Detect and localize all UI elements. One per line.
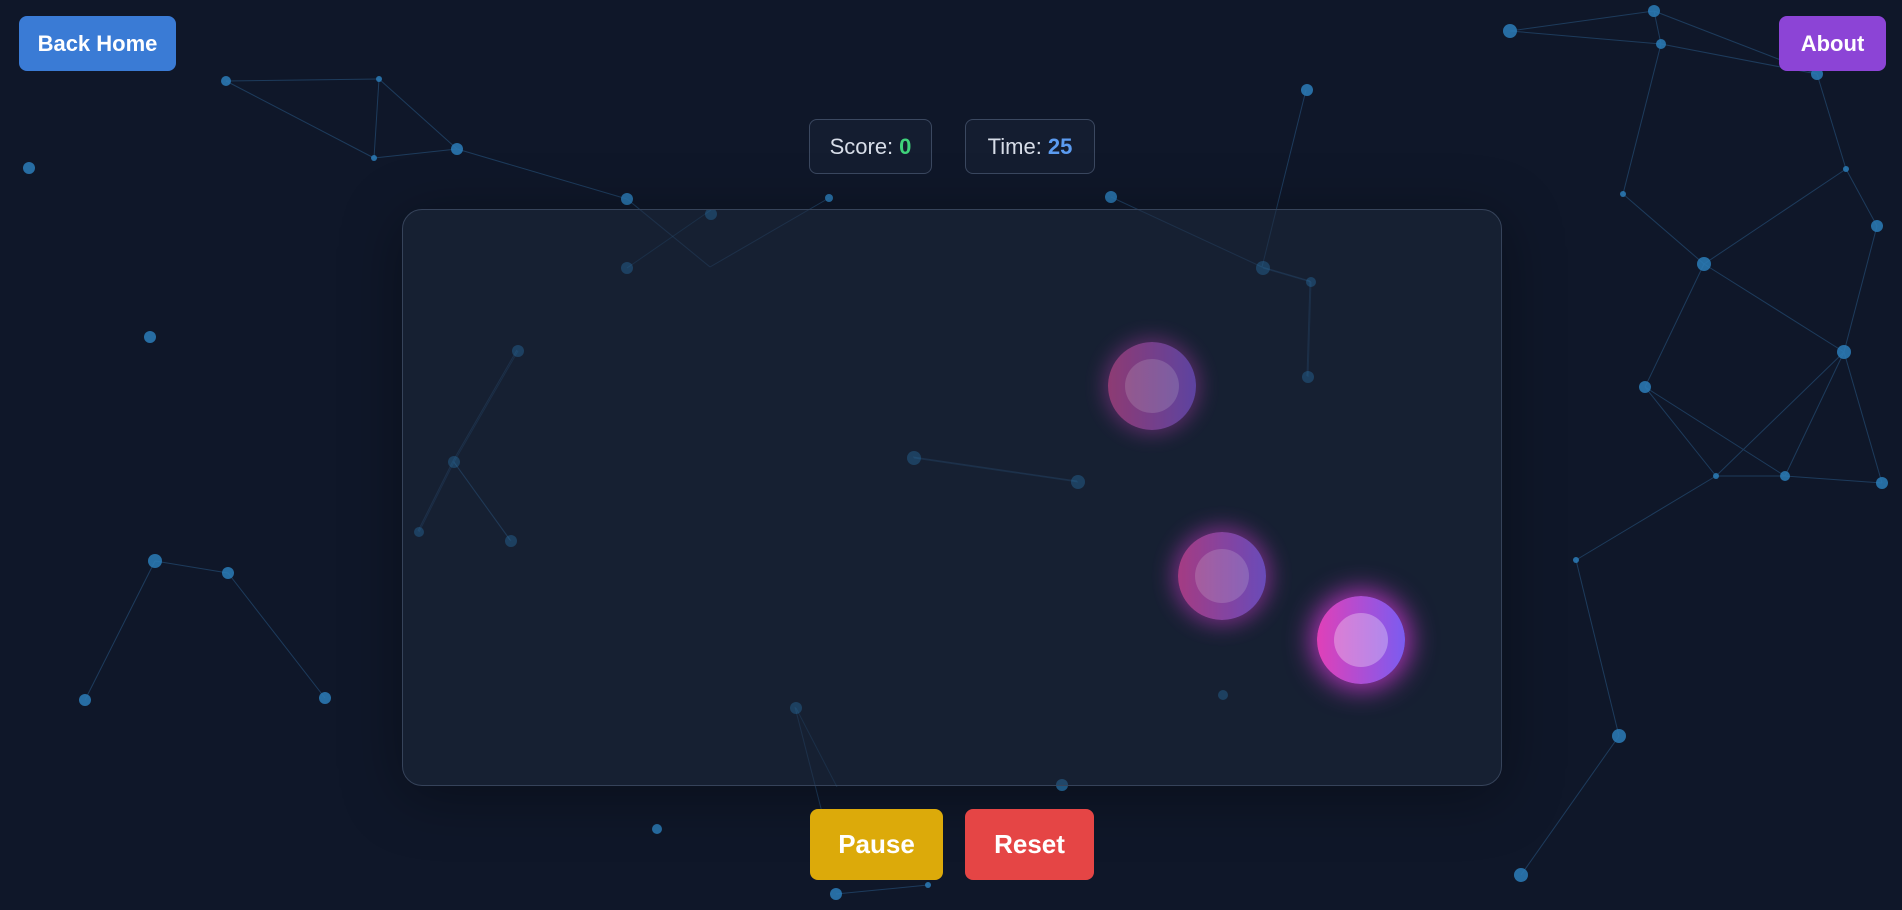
time-value: 25	[1047, 133, 1073, 159]
orb-core	[1195, 549, 1249, 603]
back-home-button[interactable]: Back Home	[19, 16, 176, 71]
game-board[interactable]	[402, 209, 1502, 787]
orb-core	[1125, 359, 1179, 413]
target-orb[interactable]	[1178, 532, 1266, 620]
board-network-overlay	[414, 210, 1316, 787]
reset-button[interactable]: Reset	[965, 809, 1094, 880]
game-page: Back Home About Score: 0 Time: 25 Pause …	[0, 0, 1902, 910]
score-display: Score: 0	[809, 119, 932, 174]
timer-display: Time: 25	[965, 119, 1095, 174]
score-value: 0	[899, 133, 912, 159]
target-orb[interactable]	[1317, 596, 1405, 684]
pause-button[interactable]: Pause	[810, 809, 943, 880]
about-button[interactable]: About	[1779, 16, 1886, 71]
target-orb[interactable]	[1108, 342, 1196, 430]
time-label: Time:	[987, 133, 1042, 159]
score-label: Score:	[829, 133, 894, 159]
orb-core	[1334, 613, 1388, 667]
